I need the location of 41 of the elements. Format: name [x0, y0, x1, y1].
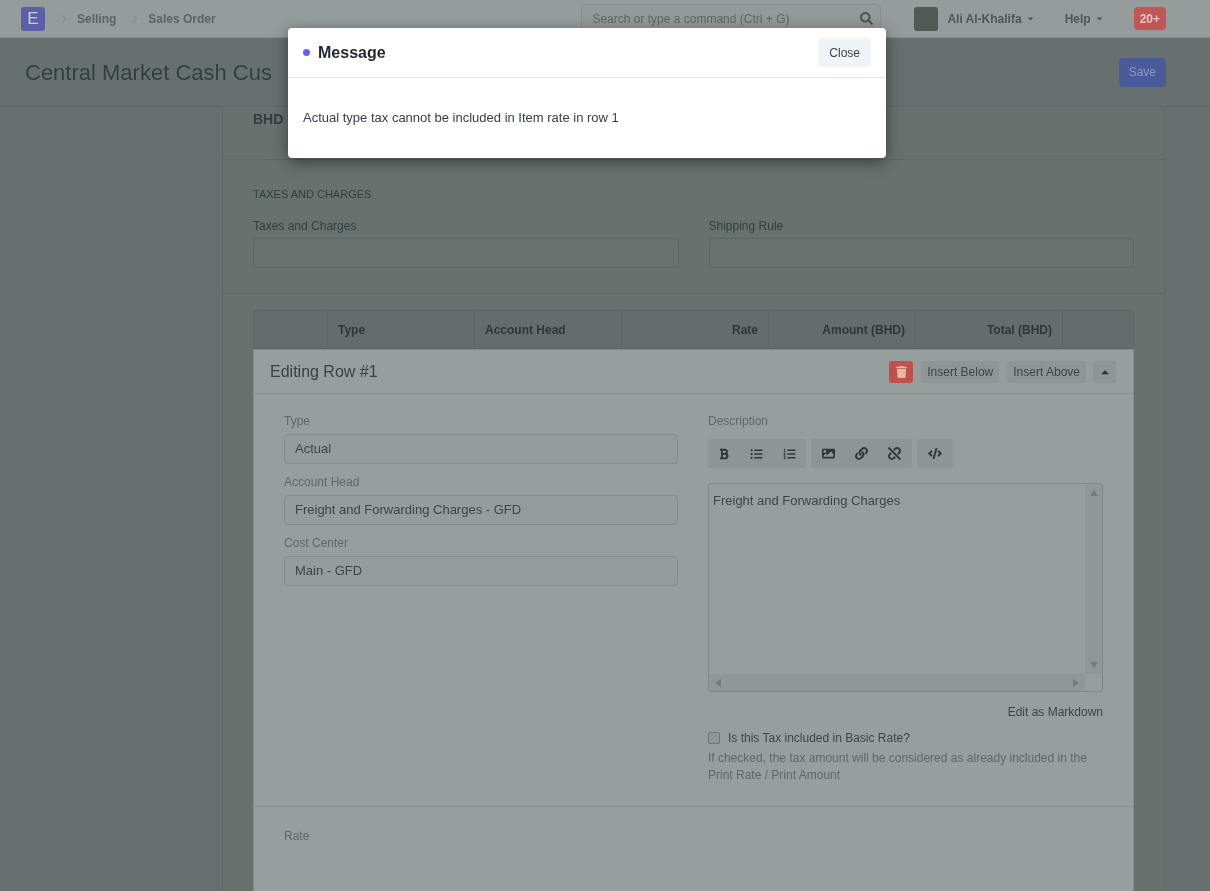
caret-down-icon: [1025, 14, 1035, 23]
edit-as-markdown-link[interactable]: Edit as Markdown: [1007, 703, 1103, 721]
breadcrumb-link[interactable]: Selling: [77, 9, 117, 28]
unlink-icon[interactable]: [888, 447, 901, 460]
input-field[interactable]: Main - GFD: [284, 556, 678, 586]
breadcrumb-link[interactable]: Sales Order: [148, 9, 216, 28]
link-icon[interactable]: [855, 447, 868, 460]
search-icon[interactable]: [860, 11, 874, 25]
editor-text: Freight and Forwarding Charges: [713, 493, 901, 508]
checkbox[interactable]: [708, 732, 720, 744]
insert-button[interactable]: Insert Below: [921, 360, 1000, 383]
scroll-left-icon[interactable]: [715, 678, 721, 687]
help-menu[interactable]: Help: [1064, 9, 1104, 28]
dialog-message: Actual type tax cannot be included in Item rate in row 1: [303, 109, 619, 128]
bold-icon[interactable]: [718, 447, 730, 460]
horizontal-scrollbar[interactable]: [709, 674, 1085, 691]
dialog-title: Message: [318, 42, 386, 63]
scroll-up-icon[interactable]: [1089, 490, 1098, 496]
scroll-down-icon[interactable]: [1089, 662, 1098, 668]
description-editor[interactable]: Freight and Forwarding Charges: [708, 483, 1103, 692]
app-logo[interactable]: E: [21, 6, 45, 31]
input-field[interactable]: Freight and Forwarding Charges - GFD: [284, 495, 678, 525]
avatar-placeholder[interactable]: [914, 6, 939, 31]
caret-down-icon: [1094, 14, 1104, 23]
close-button[interactable]: Close: [818, 38, 871, 67]
bullet-list-icon[interactable]: [750, 447, 763, 460]
notification-badge[interactable]: 20+: [1133, 7, 1166, 30]
vertical-scrollbar[interactable]: [1085, 484, 1102, 674]
scroll-right-icon[interactable]: [1073, 678, 1079, 687]
save-button[interactable]: Save: [1118, 57, 1166, 87]
delete-button[interactable]: [889, 360, 914, 383]
checkbox-label: Is this Tax included in Basic Rate?: [728, 730, 910, 747]
input-field[interactable]: Actual: [284, 434, 678, 464]
image-icon[interactable]: [822, 447, 835, 460]
code-icon[interactable]: [928, 447, 942, 460]
user-menu[interactable]: Ali Al-Khalifa: [947, 9, 1035, 28]
numbered-list-icon[interactable]: [783, 447, 796, 460]
editing-row-title: Editing Row #1: [270, 361, 378, 382]
insert-button[interactable]: Insert Above: [1007, 360, 1086, 383]
collapse-button[interactable]: [1093, 360, 1116, 383]
trash-icon: [895, 365, 907, 378]
